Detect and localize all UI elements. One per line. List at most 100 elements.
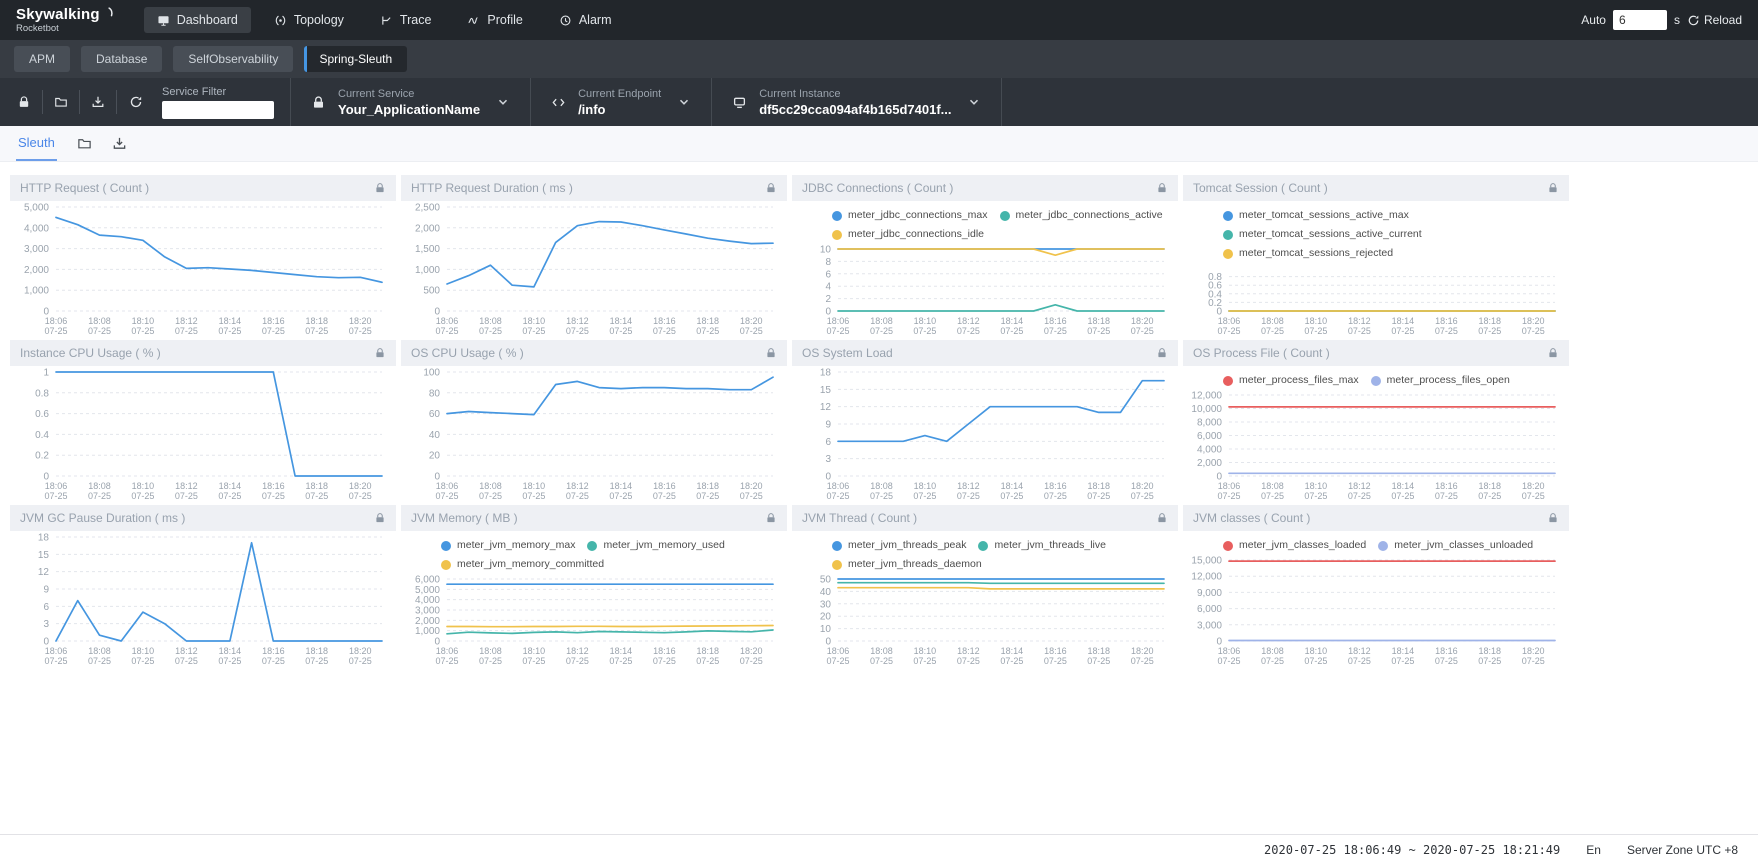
legend-item-meter-jdbc-connections-idle[interactable]: meter_jdbc_connections_idle	[832, 226, 984, 243]
reload-button[interactable]: Reload	[1687, 13, 1742, 27]
selector-current-service[interactable]: Current ServiceYour_ApplicationName	[290, 78, 530, 126]
svg-text:6: 6	[43, 602, 49, 613]
nav-item-trace[interactable]: Trace	[367, 7, 445, 33]
lock-icon[interactable]	[374, 512, 386, 524]
main-nav: Dashboard Topology Trace Profile Alarm	[144, 7, 635, 33]
legend-item-meter-jvm-memory-used[interactable]: meter_jvm_memory_used	[587, 537, 724, 554]
lock-icon[interactable]	[1547, 512, 1559, 524]
legend-item-meter-tomcat-sessions-rejected[interactable]: meter_tomcat_sessions_rejected	[1223, 245, 1393, 262]
legend-dot	[1378, 541, 1388, 551]
service-filter-input[interactable]	[162, 101, 274, 119]
dashboard-tab-database[interactable]: Database	[81, 46, 162, 72]
time-range[interactable]: 2020-07-25 18:06:49 ~ 2020-07-25 18:21:4…	[1264, 843, 1560, 857]
chart-panel: Instance CPU Usage ( % ) 10.80.60.40.201…	[10, 340, 396, 502]
legend-item-meter-jvm-threads-daemon[interactable]: meter_jvm_threads_daemon	[832, 556, 982, 573]
legend-item-meter-process-files-max[interactable]: meter_process_files_max	[1223, 372, 1359, 389]
legend-item-meter-jvm-classes-unloaded[interactable]: meter_jvm_classes_unloaded	[1378, 537, 1533, 554]
chart-panel: JVM GC Pause Duration ( ms ) 18151296301…	[10, 505, 396, 667]
export-tab-button[interactable]	[112, 136, 127, 151]
selector-value: /info	[578, 102, 661, 117]
sub-tab-bar: Sleuth	[0, 126, 1758, 162]
svg-text:500: 500	[423, 286, 440, 297]
legend-item-meter-jvm-classes-loaded[interactable]: meter_jvm_classes_loaded	[1223, 537, 1366, 554]
lock-icon[interactable]	[765, 182, 777, 194]
svg-text:18:1007-25: 18:1007-25	[131, 316, 154, 336]
chart-canvas: 0.80.60.40.2018:0607-2518:0807-2518:1007…	[1183, 262, 1569, 337]
legend-label: meter_jdbc_connections_idle	[848, 226, 984, 243]
chart-plot-area: 108642018:0607-2518:0807-2518:1007-2518:…	[792, 243, 1178, 337]
lock-icon[interactable]	[1547, 347, 1559, 359]
auto-interval-input[interactable]	[1613, 10, 1667, 30]
svg-text:18:2007-25: 18:2007-25	[1522, 646, 1545, 666]
legend-item-meter-jvm-memory-max[interactable]: meter_jvm_memory_max	[441, 537, 575, 554]
app-logo[interactable]: Skywalking Rocketbot	[16, 7, 114, 34]
svg-text:2,000: 2,000	[1197, 458, 1222, 469]
lock-icon[interactable]	[1156, 512, 1168, 524]
svg-text:40: 40	[820, 587, 832, 598]
lock-icon[interactable]	[374, 347, 386, 359]
tab-sleuth[interactable]: Sleuth	[16, 126, 57, 161]
chart-panel-header: JVM GC Pause Duration ( ms )	[10, 505, 396, 531]
lock-icon[interactable]	[765, 512, 777, 524]
legend-item-meter-jdbc-connections-max[interactable]: meter_jdbc_connections_max	[832, 207, 988, 224]
svg-text:18: 18	[38, 533, 50, 544]
reload-icon	[1687, 14, 1700, 27]
lock-icon	[17, 95, 31, 109]
svg-text:5,000: 5,000	[24, 203, 49, 214]
server-zone[interactable]: Server Zone UTC +8	[1627, 843, 1738, 857]
svg-text:18:0607-25: 18:0607-25	[435, 316, 458, 336]
svg-text:18:1207-25: 18:1207-25	[1348, 316, 1371, 336]
svg-text:18:1807-25: 18:1807-25	[696, 646, 719, 666]
legend-item-meter-tomcat-sessions-active-current[interactable]: meter_tomcat_sessions_active_current	[1223, 226, 1422, 243]
nav-item-alarm[interactable]: Alarm	[546, 7, 625, 33]
language-toggle[interactable]: En	[1586, 843, 1601, 857]
add-panel-button[interactable]	[77, 136, 92, 151]
chart-panel: JDBC Connections ( Count ) meter_jdbc_co…	[792, 175, 1178, 337]
legend-item-meter-process-files-open[interactable]: meter_process_files_open	[1371, 372, 1510, 389]
lock-icon	[311, 95, 326, 110]
chart-panel-body: meter_jdbc_connections_max meter_jdbc_con…	[792, 201, 1178, 337]
lock-icon[interactable]	[1547, 182, 1559, 194]
chart-title: HTTP Request Duration ( ms )	[411, 181, 573, 195]
import-button[interactable]	[43, 90, 80, 114]
selector-current-instance[interactable]: Current Instancedf5cc29cca094af4b165d740…	[711, 78, 1002, 126]
lock-icon[interactable]	[1156, 182, 1168, 194]
refresh-button[interactable]	[117, 90, 154, 114]
chart-title: JDBC Connections ( Count )	[802, 181, 953, 195]
svg-text:18:1807-25: 18:1807-25	[1087, 646, 1110, 666]
nav-item-label: Profile	[487, 13, 522, 27]
dashboard-tab-apm[interactable]: APM	[14, 46, 70, 72]
svg-text:18:0807-25: 18:0807-25	[479, 316, 502, 336]
chart-panel-body: 5,0004,0003,0002,0001,000018:0607-2518:0…	[10, 201, 396, 337]
nav-item-dashboard[interactable]: Dashboard	[144, 7, 251, 33]
svg-text:18: 18	[820, 368, 832, 379]
dashboard-tab-spring-sleuth[interactable]: Spring-Sleuth	[304, 46, 407, 72]
svg-text:18:0607-25: 18:0607-25	[826, 646, 849, 666]
nav-item-profile[interactable]: Profile	[454, 7, 535, 33]
svg-text:18:1207-25: 18:1207-25	[1348, 646, 1371, 666]
chevron-down-icon	[677, 95, 691, 109]
selector-current-endpoint[interactable]: Current Endpoint/info	[530, 78, 711, 126]
logo-subtitle: Rocketbot	[16, 24, 114, 34]
legend-item-meter-jvm-threads-peak[interactable]: meter_jvm_threads_peak	[832, 537, 966, 554]
selector-value: df5cc29cca094af4b165d7401f...	[759, 102, 951, 117]
chart-panel-header: HTTP Request Duration ( ms )	[401, 175, 787, 201]
svg-text:18:1407-25: 18:1407-25	[609, 316, 632, 336]
legend-item-meter-jdbc-connections-active[interactable]: meter_jdbc_connections_active	[1000, 207, 1163, 224]
chart-panel-header: HTTP Request ( Count )	[10, 175, 396, 201]
lock-icon[interactable]	[1156, 347, 1168, 359]
legend-item-meter-jvm-memory-committed[interactable]: meter_jvm_memory_committed	[441, 556, 604, 573]
lock-icon[interactable]	[374, 182, 386, 194]
lock-icon[interactable]	[765, 347, 777, 359]
legend-item-meter-jvm-threads-live[interactable]: meter_jvm_threads_live	[978, 537, 1105, 554]
chart-plot-area: 181512963018:0607-2518:0807-2518:1007-25…	[792, 366, 1178, 502]
dashboard-tab-selfobservability[interactable]: SelfObservability	[173, 46, 293, 72]
lock-button[interactable]	[6, 90, 43, 114]
legend-item-meter-tomcat-sessions-active-max[interactable]: meter_tomcat_sessions_active_max	[1223, 207, 1409, 224]
chart-panel-body: meter_jvm_threads_peak meter_jvm_threads_…	[792, 531, 1178, 667]
selector-label: Current Service	[338, 88, 480, 100]
nav-item-topology[interactable]: Topology	[261, 7, 357, 33]
export-button[interactable]	[80, 90, 117, 114]
footer-bar: 2020-07-25 18:06:49 ~ 2020-07-25 18:21:4…	[0, 834, 1758, 864]
svg-text:9: 9	[825, 420, 831, 431]
